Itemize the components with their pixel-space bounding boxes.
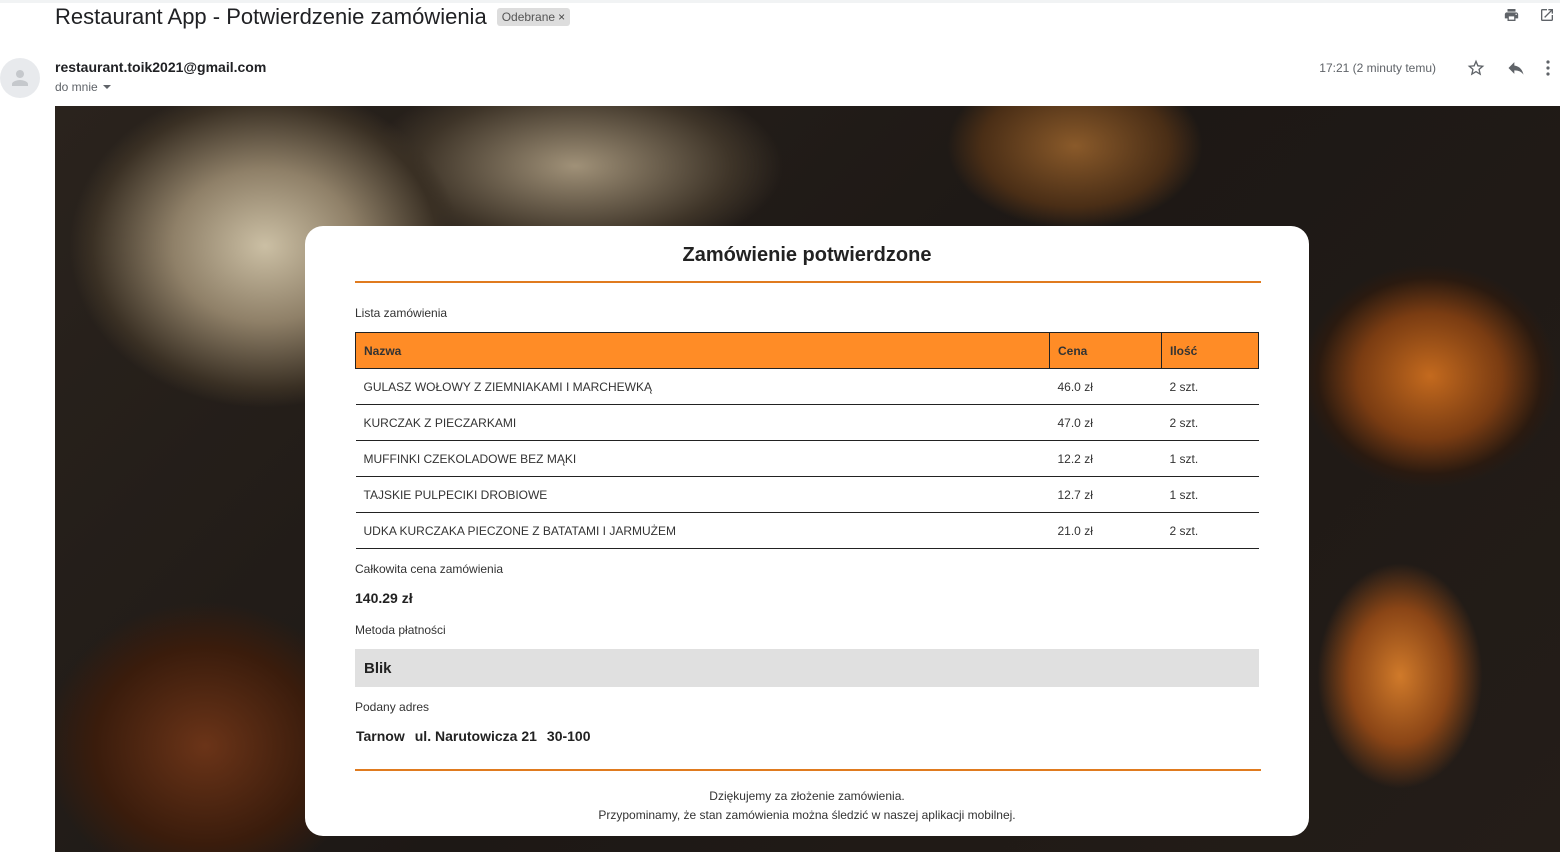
address-city: Tarnow: [356, 728, 405, 744]
divider-bottom: [355, 769, 1261, 771]
table-header-row: Nazwa Cena Ilość: [355, 332, 1259, 369]
order-table: Nazwa Cena Ilość GULASZ WOŁOWY Z ZIEMNIA…: [355, 332, 1259, 549]
order-heading: Zamówienie potwierdzone: [682, 244, 932, 266]
divider-top: [355, 281, 1261, 283]
reply-icon[interactable]: [1496, 56, 1536, 80]
order-card: Zamówienie potwierdzone Lista zamówienia…: [305, 226, 1309, 836]
tracking-reminder-line: Przypominamy, że stan zamówienia można ś…: [598, 808, 1016, 822]
recipient-toggle[interactable]: do mnie: [55, 80, 112, 94]
item-price: 21.0 zł: [1049, 512, 1162, 549]
payment-method-value: Blik: [355, 649, 1259, 687]
label-chip-inbox[interactable]: Odebrane ×: [496, 8, 571, 26]
address-street: ul. Narutowicza 21: [414, 728, 537, 744]
top-actions: [1502, 6, 1556, 24]
item-price: 12.2 zł: [1049, 440, 1162, 477]
item-quantity: 2 szt.: [1161, 404, 1259, 441]
table-row: KURCZAK Z PIECZARKAMI 47.0 zł 2 szt.: [355, 404, 1259, 441]
delivery-address: Tarnow ul. Narutowicza 21 30-100: [356, 728, 591, 744]
total-price-value: 140.29 zł: [355, 590, 413, 606]
timestamp: 17:21 (2 minuty temu): [1319, 61, 1436, 75]
column-header-name: Nazwa: [355, 332, 1050, 369]
address-postal: 30-100: [546, 728, 591, 744]
item-price: 46.0 zł: [1049, 368, 1162, 405]
remove-label-icon[interactable]: ×: [558, 10, 565, 24]
more-options-icon[interactable]: [1536, 56, 1560, 80]
sender-email[interactable]: restaurant.toik2021@gmail.com: [55, 59, 266, 75]
total-price-label: Całkowita cena zamówienia: [355, 562, 504, 576]
open-in-new-window-icon[interactable]: [1538, 6, 1556, 24]
label-chip-text: Odebrane: [501, 10, 556, 24]
table-row: GULASZ WOŁOWY Z ZIEMNIAKAMI I MARCHEWKĄ …: [355, 368, 1259, 405]
chevron-down-icon: [102, 85, 111, 89]
item-quantity: 2 szt.: [1161, 368, 1259, 405]
address-label: Podany adres: [355, 700, 430, 714]
print-icon[interactable]: [1502, 6, 1520, 24]
item-price: 12.7 zł: [1049, 476, 1162, 513]
table-row: UDKA KURCZAKA PIECZONE Z BATATAMI I JARM…: [355, 512, 1259, 549]
order-list-label: Lista zamówienia: [355, 306, 448, 320]
column-header-price: Cena: [1049, 332, 1162, 369]
message-meta: 17:21 (2 minuty temu): [1319, 56, 1560, 80]
item-name: KURCZAK Z PIECZARKAMI: [355, 404, 1050, 441]
thank-you-line: Dziękujemy za złożenie zamówienia.: [709, 789, 905, 803]
item-name: MUFFINKI CZEKOLADOWE BEZ MĄKI: [355, 440, 1050, 477]
sender-avatar[interactable]: [0, 58, 40, 98]
item-name: UDKA KURCZAKA PIECZONE Z BATATAMI I JARM…: [355, 512, 1050, 549]
recipient-label: do mnie: [55, 80, 98, 94]
payment-method-label: Metoda płatności: [355, 623, 446, 637]
subject-row: Restaurant App - Potwierdzenie zamówieni…: [55, 2, 571, 32]
item-quantity: 1 szt.: [1161, 476, 1259, 513]
column-header-quantity: Ilość: [1161, 332, 1259, 369]
table-row: MUFFINKI CZEKOLADOWE BEZ MĄKI 12.2 zł 1 …: [355, 440, 1259, 477]
item-name: TAJSKIE PULPECIKI DROBIOWE: [355, 476, 1050, 513]
avatar-person-icon: [12, 70, 28, 86]
item-quantity: 2 szt.: [1161, 512, 1259, 549]
item-name: GULASZ WOŁOWY Z ZIEMNIAKAMI I MARCHEWKĄ: [355, 368, 1050, 405]
star-icon[interactable]: [1456, 56, 1496, 80]
thank-you-message: Dziękujemy za złożenie zamówienia. Przyp…: [355, 787, 1259, 825]
table-row: TAJSKIE PULPECIKI DROBIOWE 12.7 zł 1 szt…: [355, 476, 1259, 513]
email-subject: Restaurant App - Potwierdzenie zamówieni…: [55, 4, 487, 29]
item-quantity: 1 szt.: [1161, 440, 1259, 477]
item-price: 47.0 zł: [1049, 404, 1162, 441]
